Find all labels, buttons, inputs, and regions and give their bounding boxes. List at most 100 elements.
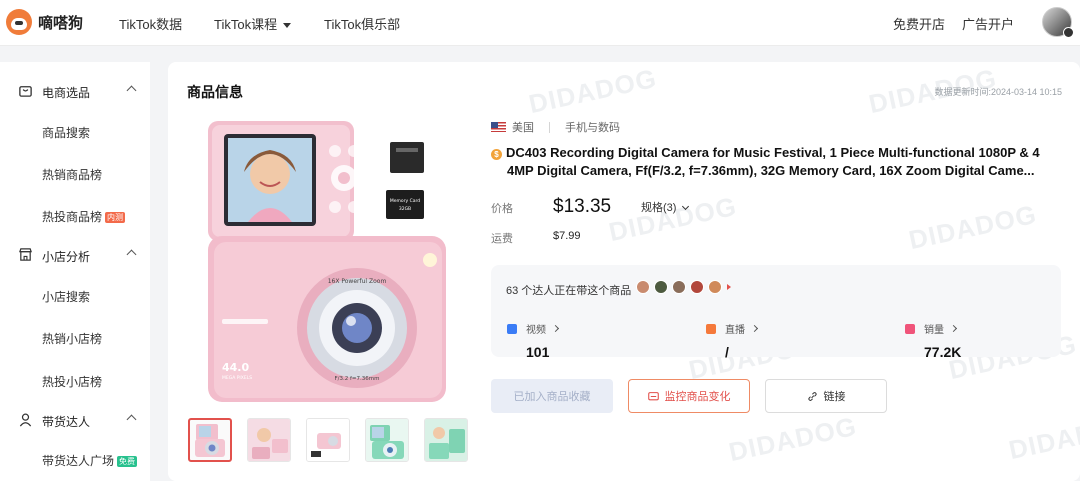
accessories-thumbnail-image: [307, 419, 349, 461]
influencer-avatars[interactable]: [636, 280, 731, 294]
nav-tiktok-course[interactable]: TikTok课程: [214, 14, 292, 33]
influencer-avatar: [636, 280, 650, 294]
link-icon: [807, 391, 817, 401]
sidebar-item-ad-products[interactable]: 热投商品榜 内测: [42, 208, 126, 225]
thumbnail-1[interactable]: [188, 418, 232, 462]
monitor-icon: [647, 391, 659, 400]
sidebar-group-label: 带货达人: [42, 415, 91, 429]
link-button-label: 链接: [823, 391, 846, 403]
thumbnail-4[interactable]: [365, 418, 409, 462]
watermark: DIDADOG: [526, 62, 660, 120]
sidebar-item-store-search[interactable]: 小店搜索: [42, 288, 90, 305]
nav-tiktok-club[interactable]: TikTok俱乐部: [324, 14, 400, 33]
spec-label: 规格(3): [641, 202, 677, 214]
stat-value: 101: [526, 344, 550, 360]
vip-badge-icon: [1063, 27, 1074, 38]
chevron-up-icon: [126, 85, 137, 96]
brand-name: 嘀嗒狗: [38, 14, 84, 32]
sidebar-item-hot-products[interactable]: 热销商品榜: [42, 166, 102, 183]
thumbnail-3[interactable]: [306, 418, 350, 462]
beta-badge: 内测: [105, 212, 126, 223]
sidebar-group-product-selection[interactable]: 电商选品: [0, 76, 150, 106]
category-label[interactable]: 手机与数码: [565, 119, 620, 135]
monitor-button-label: 监控商品变化: [664, 391, 731, 403]
product-title-line1: DC403 Recording Digital Camera for Music…: [506, 145, 1040, 160]
thumbnail-5[interactable]: [424, 418, 468, 462]
thumbnail-2[interactable]: [247, 418, 291, 462]
sidebar-group-label: 电商选品: [42, 86, 91, 100]
chevron-down-icon: [283, 23, 292, 29]
sidebar-group-label: 小店分析: [42, 250, 91, 264]
stat-videos[interactable]: 视频 101: [507, 321, 560, 360]
memory-card-size: 32GB: [399, 206, 411, 212]
product-title[interactable]: $ DC403 Recording Digital Camera for Musi…: [491, 142, 1051, 163]
chevron-up-icon: [126, 249, 137, 260]
more-arrow-icon: [727, 284, 731, 290]
link-button[interactable]: 链接: [765, 379, 887, 413]
product-main-image[interactable]: Memory Card 32GB 16X Powerful Zoom F/3.2…: [202, 114, 454, 404]
brand-logo[interactable]: 嘀嗒狗: [6, 9, 83, 35]
sidebar: 电商选品 商品搜索 热销商品榜 热投商品榜 内测 小店分析 小店搜索 热销小店榜 …: [0, 62, 150, 481]
product-title-line2[interactable]: 4MP Digital Camera, Ff(F/3.2, f=7.36mm),…: [507, 163, 1052, 178]
influencer-stats-panel: 63 个达人正在带这个商品 视频 101 直播 / 销量 77.2K: [491, 265, 1061, 360]
sidebar-group-influencers[interactable]: 带货达人: [0, 405, 150, 435]
green-lifestyle-thumbnail-image: [425, 419, 467, 461]
camera-thumbnail-image: [195, 424, 225, 457]
lens-text: F/3.2 f=7.36mm: [334, 376, 379, 382]
nav-free-open-store[interactable]: 免费开店: [893, 14, 945, 33]
product-info-card: DIDADOG DIDADOG DIDADOG DIDADOG DIDADOG …: [168, 62, 1080, 481]
green-camera-thumbnail-image: [366, 419, 408, 461]
chevron-right-icon: [551, 324, 560, 333]
zoom-text: 16X Powerful Zoom: [328, 278, 387, 285]
chevron-right-icon: [949, 324, 958, 333]
spec-dropdown[interactable]: 规格(3): [641, 199, 690, 215]
watermark: DIDADOG: [726, 410, 860, 468]
stat-label: 直播: [725, 325, 745, 336]
person-icon: [19, 413, 32, 427]
sidebar-item-product-search[interactable]: 商品搜索: [42, 124, 90, 141]
stat-value: /: [725, 344, 729, 360]
price-label: 价格: [491, 203, 513, 215]
stat-live[interactable]: 直播 /: [706, 321, 759, 360]
sidebar-item-ad-stores[interactable]: 热投小店榜: [42, 373, 102, 390]
memory-card-text: Memory Card: [390, 198, 420, 204]
lifestyle-thumbnail-image: [248, 419, 290, 461]
sidebar-item-label: 带货达人广场: [42, 454, 115, 468]
watermark: DIDADOG: [906, 198, 1040, 256]
sidebar-item-label: 热投商品榜: [42, 210, 103, 224]
influencer-avatar: [708, 280, 722, 294]
stat-value: 77.2K: [924, 344, 962, 360]
influencer-avatar: [690, 280, 704, 294]
watermark: DIDADOG: [1006, 408, 1080, 466]
nav-ad-account[interactable]: 广告开户: [962, 14, 1014, 33]
chevron-right-icon: [750, 324, 759, 333]
sidebar-item-hot-stores[interactable]: 热销小店榜: [42, 330, 102, 347]
thumbnail-strip: [188, 418, 483, 462]
stat-label: 销量: [924, 325, 944, 336]
added-to-favorites-button[interactable]: 已加入商品收藏: [491, 379, 613, 413]
shopping-bag-icon: [19, 86, 32, 97]
store-icon: [19, 248, 32, 261]
influencer-count-text: 63 个达人正在带这个商品: [506, 285, 632, 297]
influencer-avatar: [654, 280, 668, 294]
sidebar-item-influencer-plaza[interactable]: 带货达人广场 免费: [42, 452, 138, 469]
video-icon: [507, 323, 517, 334]
chevron-down-icon: [682, 202, 690, 211]
user-avatar[interactable]: [1042, 7, 1074, 38]
divider: [549, 121, 550, 133]
stat-sales[interactable]: 销量 77.2K: [905, 321, 961, 360]
price-value: $13.35: [553, 196, 612, 217]
shipping-label: 运费: [491, 233, 513, 245]
shipping-value: $7.99: [553, 230, 581, 242]
top-navbar: 嘀嗒狗 TikTok数据 TikTok课程 TikTok俱乐部 免费开店 广告开…: [0, 0, 1080, 46]
live-icon: [706, 323, 716, 334]
nav-tiktok-data[interactable]: TikTok数据: [119, 14, 182, 33]
monitor-product-button[interactable]: 监控商品变化: [628, 379, 750, 413]
sidebar-group-store-analysis[interactable]: 小店分析: [0, 240, 150, 270]
section-title: 商品信息: [187, 84, 243, 100]
update-timestamp: 数据更新时间:2024-03-14 10:15: [934, 87, 1062, 97]
nav-tiktok-course-label: TikTok课程: [214, 17, 278, 32]
dog-logo-icon: [6, 9, 32, 35]
free-badge: 免费: [117, 456, 138, 467]
us-flag-icon: [491, 122, 506, 132]
